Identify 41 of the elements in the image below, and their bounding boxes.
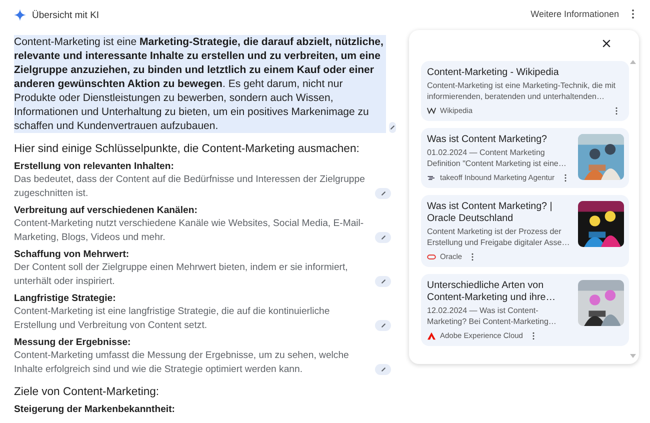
more-options-icon[interactable] (615, 106, 618, 114)
link-icon[interactable] (375, 276, 391, 287)
site-logo-icon (427, 174, 436, 182)
source-snippet: 01.02.2024 — Content Marketing Definition "Content Marketing ist eine… (427, 147, 568, 169)
source-title[interactable]: Was ist Content Marketing? | Oracle Deutschland (427, 201, 572, 225)
more-info-link[interactable]: Weitere Informationen (530, 9, 619, 19)
link-icon[interactable] (375, 232, 391, 243)
site-logo-icon (427, 252, 436, 260)
more-options-icon[interactable] (564, 174, 567, 182)
source-title[interactable]: Unterschiedliche Arten von Content-Marketing und ihre… (427, 280, 572, 304)
site-logo-icon (427, 332, 436, 340)
point-title: Verbreitung auf verschiedenen Kanälen: (14, 204, 198, 217)
point-text: Das bedeutet, dass der Content auf die Bedürfnisse und Interessen der Zielgruppe zugeschnitten ist. (14, 173, 366, 200)
link-icon[interactable] (375, 320, 391, 331)
source-title[interactable]: Was ist Content Marketing? (427, 134, 572, 146)
link-icon[interactable] (375, 364, 391, 375)
site-logo-icon (427, 106, 436, 114)
source-title[interactable]: Content-Marketing - Wikipedia (427, 67, 624, 79)
link-icon[interactable] (389, 122, 396, 133)
close-icon[interactable] (602, 39, 611, 48)
more-options-icon[interactable] (471, 252, 474, 260)
link-icon[interactable] (375, 188, 391, 199)
point-title: Langfristige Strategie: (14, 292, 117, 305)
source-snippet: 12.02.2024 — Was ist Content-Marketing? Bei Content-Marketing… (427, 305, 558, 327)
point-text: Content-Marketing ist eine langfristige Strategie, die auf die kontinuierliche Erstellung und Verbreitung von Content setzt. (14, 305, 331, 332)
source-snippet: Content-Marketing ist eine Marketing-Technik, die mit informierenden, beratenden und unterhaltenden… (427, 80, 617, 102)
point-text: Content-Marketing umfasst die Messung der Ergebnisse, um zu sehen, welche Inhalte erfolgreich sind und wie die Strategie optimiert werden kann. (14, 349, 350, 376)
point-title: Schaffung von Mehrwert: (14, 248, 130, 261)
more-options-icon[interactable] (631, 9, 635, 19)
section-heading: Hier sind einige Schlüsselpunkte, die Content-Marketing ausmachen: (14, 142, 360, 157)
summary-paragraph: Content-Marketing ist eine Marketing-Strategie, die darauf abzielt, nützliche, relevante und interessante Inhalte zu erstellen und zu verbreiten, um eine Zielgruppe anzuziehen, zu binden und letztlich zu einem Kauf oder einer anderen gewünschten Aktion zu bewegen. Es geht darum, nicht nur Produkte oder Dienstleistungen zu bewerben, sondern auch Wissen, Informationen und Unterhaltung zu bieten, um ein positives Markenimage zu schaffen und Kundenvertrauen aufzubauen. (14, 35, 386, 133)
point-title: Messung der Ergebnisse: (14, 336, 132, 349)
point-title: Steigerung der Markenbekanntheit: (14, 403, 176, 416)
more-options-icon[interactable] (532, 332, 535, 340)
point-text: Der Content soll der Zielgruppe einen Mehrwert bieten, indem er sie informiert, unterhält oder inspiriert. (14, 261, 349, 288)
section-heading: Ziele von Content-Marketing: (14, 385, 160, 400)
point-text: Content-Marketing nutzt verschiedene Kanäle wie Websites, Social Media, E-Mail-Marketing, Blogs, Videos und mehr. (14, 217, 365, 244)
source-snippet: Content Marketing ist der Prozess der Erstellung und Freigabe digitaler Asse… (427, 226, 571, 248)
overview-title: Übersicht mit KI (32, 10, 100, 20)
sparkle-icon (14, 9, 26, 21)
point-title: Erstellung von relevanten Inhalten: (14, 160, 175, 173)
